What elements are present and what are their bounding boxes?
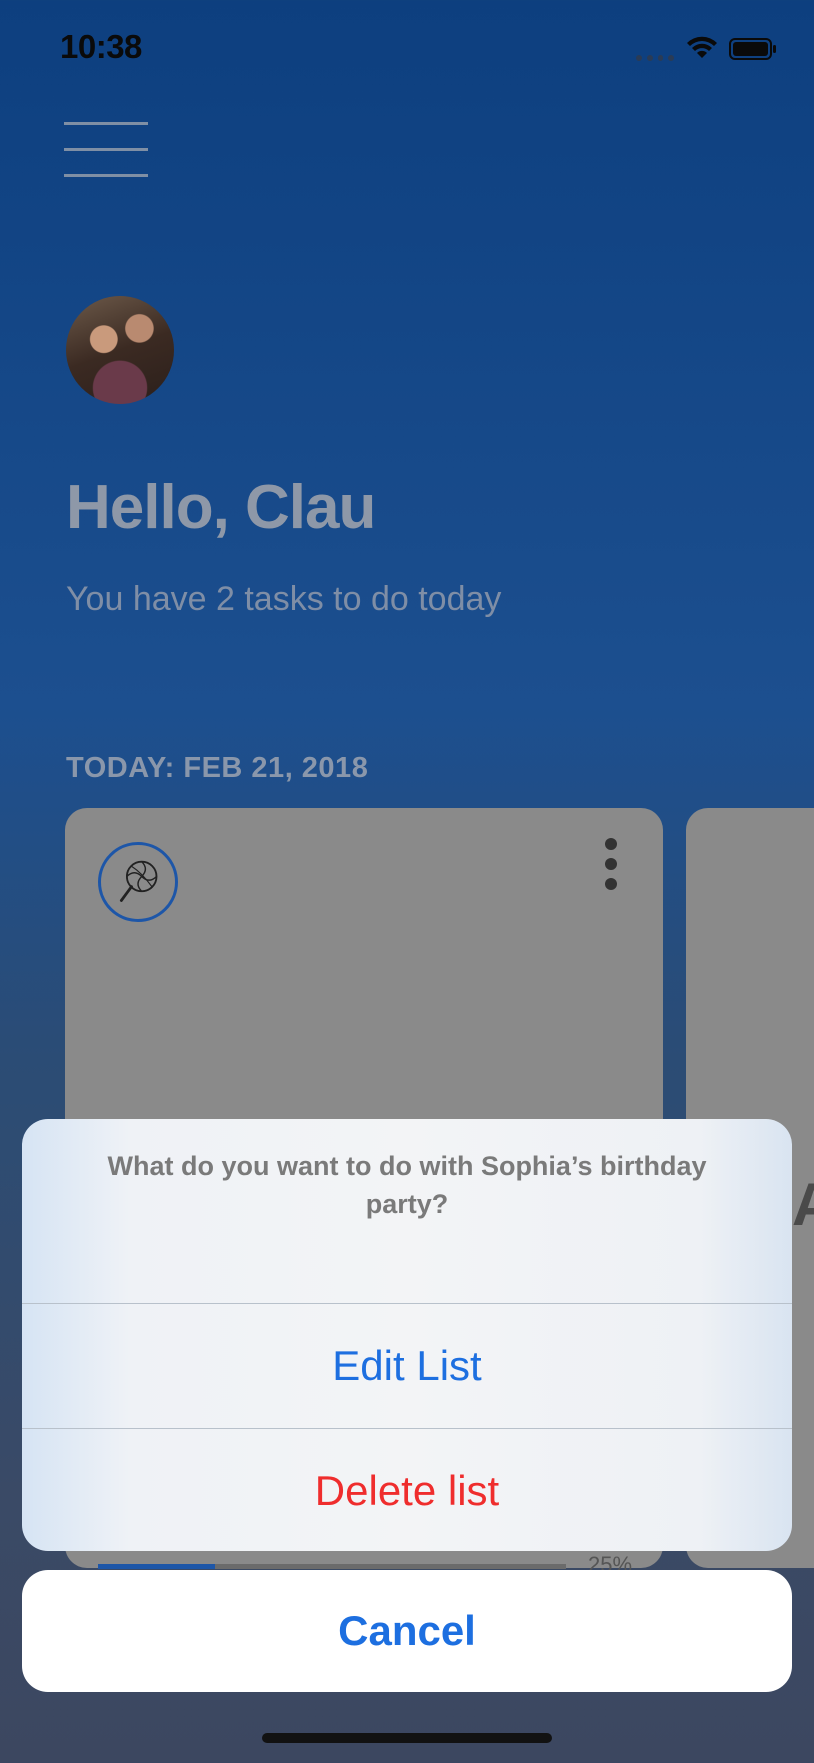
cancel-button[interactable]: Cancel (22, 1570, 792, 1692)
battery-icon (729, 38, 776, 60)
action-sheet-title: What do you want to do with Sophia’s bir… (107, 1151, 707, 1219)
status-time: 10:38 (60, 28, 142, 65)
avatar[interactable] (66, 296, 174, 404)
progress-fill (98, 1564, 215, 1569)
action-sheet: What do you want to do with Sophia’s bir… (22, 1119, 792, 1551)
date-label: TODAY: FEB 21, 2018 (66, 752, 369, 784)
tasks-summary: You have 2 tasks to do today (66, 580, 502, 618)
delete-list-button[interactable]: Delete list (22, 1429, 792, 1551)
more-options-icon[interactable] (600, 838, 622, 890)
cellular-signal-icon (636, 55, 674, 61)
menu-icon[interactable] (64, 122, 148, 178)
next-card-title-fragment: A (792, 1171, 814, 1238)
home-indicator[interactable] (262, 1733, 552, 1743)
lollipop-icon (98, 842, 178, 922)
progress-bar (98, 1564, 566, 1569)
wifi-icon (687, 36, 717, 58)
edit-list-button[interactable]: Edit List (22, 1304, 792, 1428)
greeting-title: Hello, Clau (66, 473, 376, 542)
